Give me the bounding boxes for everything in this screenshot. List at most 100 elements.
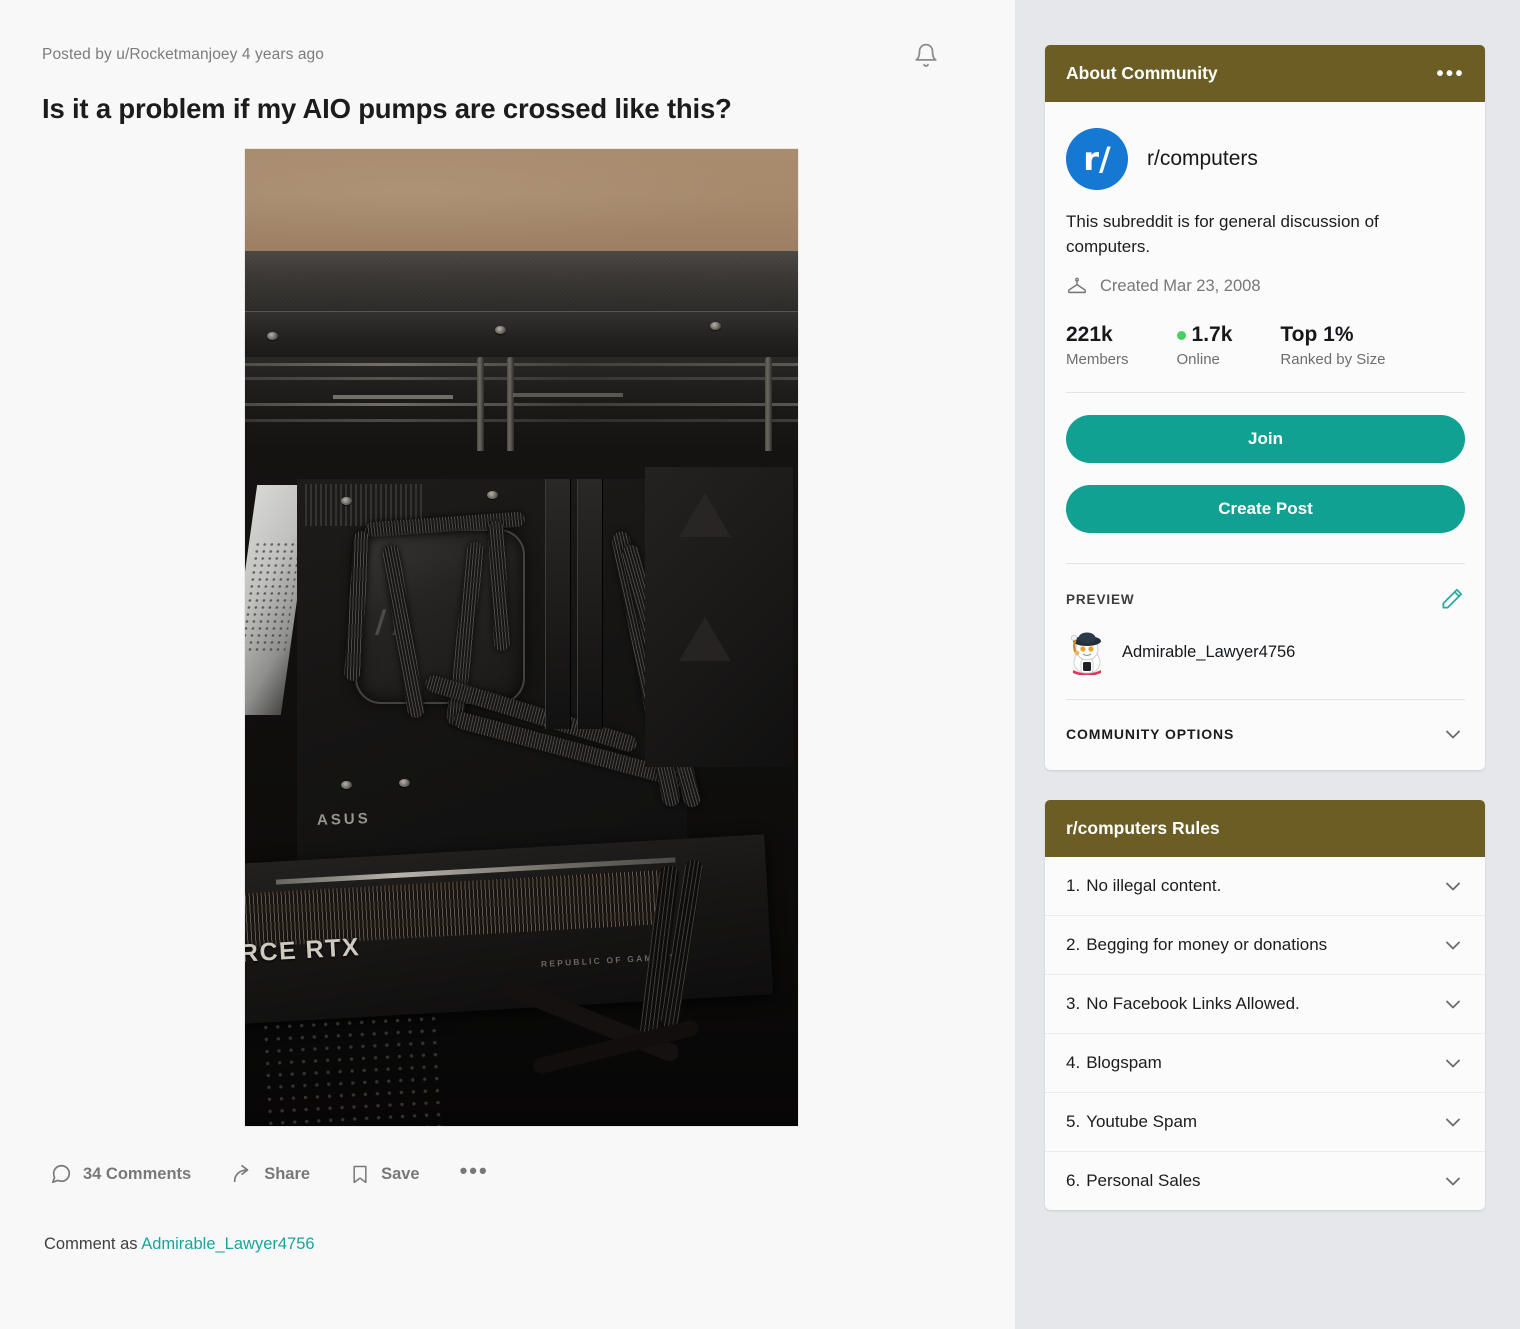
photo-psu-shroud-mesh (259, 1012, 447, 1127)
rule-label: No Facebook Links Allowed. (1086, 994, 1300, 1014)
rule-text: 2. Begging for money or donations (1066, 935, 1327, 955)
stat-rank-label: Ranked by Size (1280, 351, 1386, 369)
stat-members: 221k Members (1066, 323, 1129, 368)
rule-label: Personal Sales (1086, 1171, 1201, 1191)
post-action-bar: 34 Comments Share Save ••• (44, 1155, 975, 1193)
rule-item[interactable]: 5. Youtube Spam (1045, 1093, 1485, 1153)
rules-card: r/computers Rules 1. No illegal content. … (1045, 800, 1485, 1211)
rule-item[interactable]: 1. No illegal content. (1045, 857, 1485, 917)
avatar (1066, 629, 1108, 676)
chevron-down-icon (1441, 992, 1465, 1016)
photo-wall-background (245, 149, 798, 254)
stat-rank-value: Top 1% (1280, 323, 1354, 347)
stat-online-value: 1.7k (1191, 323, 1233, 347)
rule-item[interactable]: 2. Begging for money or donations (1045, 916, 1485, 976)
photo-case-top-bezel (245, 251, 798, 314)
rules-title: r/computers Rules (1066, 818, 1220, 839)
post-header-row: Posted by u/Rocketmanjoey 4 years ago (42, 43, 975, 76)
chevron-down-icon (1441, 1051, 1465, 1075)
pencil-icon[interactable] (1439, 586, 1465, 612)
stat-members-value: 221k (1066, 323, 1113, 347)
photo-ram-slot-2 (577, 479, 603, 730)
reddit-post-page: Posted by u/Rocketmanjoey 4 years ago Is… (0, 0, 1520, 1329)
community-created-row: Created Mar 23, 2008 (1066, 275, 1465, 297)
about-community-title: About Community (1066, 63, 1218, 83)
bell-icon[interactable] (905, 34, 947, 76)
photo-case-lip (245, 311, 798, 362)
post-byline: Posted by u/Rocketmanjoey 4 years ago (42, 46, 324, 63)
photo-gpu-label: RCE RTX (245, 933, 361, 969)
stat-online: 1.7k Online (1176, 323, 1233, 369)
stat-rank: Top 1% Ranked by Size (1280, 323, 1385, 368)
chevron-down-icon (1441, 1110, 1465, 1134)
right-sidebar: About Community ••• r/ r/computers This … (1015, 0, 1520, 1329)
share-arrow-icon (231, 1163, 253, 1185)
rule-label: Blogspam (1086, 1053, 1162, 1073)
rule-text: 3. No Facebook Links Allowed. (1066, 994, 1300, 1014)
about-community-more-dots-icon[interactable]: ••• (1436, 64, 1465, 84)
community-avatar-text: r/ (1083, 140, 1111, 178)
comment-bubble-icon (50, 1163, 72, 1185)
comments-button[interactable]: 34 Comments (44, 1155, 197, 1193)
community-identity-row[interactable]: r/ r/computers (1066, 128, 1465, 190)
rule-text: 1. No illegal content. (1066, 876, 1221, 896)
online-status-dot-icon (1176, 330, 1186, 340)
about-community-card: About Community ••• r/ r/computers This … (1045, 45, 1485, 771)
community-created-date: Created Mar 23, 2008 (1100, 276, 1261, 295)
cake-icon (1066, 275, 1088, 297)
preview-label: PREVIEW (1066, 591, 1135, 607)
rule-text: 5. Youtube Spam (1066, 1112, 1197, 1132)
comment-as-prefix: Comment as (44, 1235, 142, 1254)
rule-number: 5. (1066, 1112, 1081, 1132)
photo-mobo-brand-label: ASUS (316, 810, 371, 830)
comment-as-username[interactable]: Admirable_Lawyer4756 (141, 1235, 314, 1253)
rule-text: 4. Blogspam (1066, 1053, 1162, 1073)
rule-label: Youtube Spam (1086, 1112, 1198, 1132)
bookmark-icon (350, 1163, 370, 1185)
community-options-label: COMMUNITY OPTIONS (1066, 726, 1235, 743)
rule-item[interactable]: 4. Blogspam (1045, 1034, 1485, 1094)
rules-header: r/computers Rules (1045, 800, 1485, 858)
share-button[interactable]: Share (225, 1155, 316, 1193)
post-image[interactable]: // RCE RTX REPUBLIC OF GAMERS ASUS (245, 149, 798, 1127)
rule-number: 1. (1066, 876, 1081, 896)
about-community-body: r/ r/computers This subreddit is for gen… (1045, 102, 1485, 770)
post-main-column: Posted by u/Rocketmanjoey 4 years ago Is… (0, 0, 1015, 1329)
rule-number: 4. (1066, 1053, 1081, 1073)
save-label: Save (381, 1164, 420, 1183)
chevron-down-icon (1441, 1169, 1465, 1193)
rule-item[interactable]: 3. No Facebook Links Allowed. (1045, 975, 1485, 1035)
photo-radiator-fans (245, 357, 798, 456)
rule-number: 2. (1066, 935, 1081, 955)
more-options-button[interactable]: ••• (454, 1158, 495, 1190)
community-avatar: r/ (1066, 128, 1128, 190)
photo-ram-slot-1 (545, 479, 571, 730)
preview-section-header: PREVIEW (1066, 563, 1465, 612)
community-description: This subreddit is for general discussion… (1066, 212, 1379, 256)
community-stats-row: 221k Members 1.7k Online Top 1% Ranked b… (1066, 323, 1465, 394)
stat-members-label: Members (1066, 351, 1129, 369)
share-label: Share (264, 1164, 311, 1183)
rule-number: 3. (1066, 994, 1081, 1014)
chevron-down-icon (1441, 874, 1465, 898)
community-name: r/computers (1147, 147, 1258, 170)
create-post-button[interactable]: Create Post (1066, 485, 1465, 534)
rule-number: 6. (1066, 1171, 1081, 1191)
stat-online-label: Online (1176, 351, 1220, 369)
stat-online-value-wrap: 1.7k (1176, 323, 1233, 347)
chevron-down-icon (1441, 722, 1465, 746)
more-dots-icon: ••• (459, 1158, 489, 1184)
community-options-row[interactable]: COMMUNITY OPTIONS (1066, 722, 1465, 748)
chevron-down-icon (1441, 933, 1465, 957)
preview-username: Admirable_Lawyer4756 (1122, 642, 1296, 661)
comments-label: 34 Comments (83, 1164, 192, 1183)
rule-text: 6. Personal Sales (1066, 1171, 1201, 1191)
preview-user-row[interactable]: Admirable_Lawyer4756 (1066, 629, 1465, 701)
page-title: Is it a problem if my AIO pumps are cros… (42, 93, 732, 124)
rule-item[interactable]: 6. Personal Sales (1045, 1152, 1485, 1210)
rule-label: No illegal content. (1086, 876, 1222, 896)
rule-label: Begging for money or donations (1086, 935, 1328, 955)
about-community-header: About Community ••• (1045, 45, 1485, 102)
save-button[interactable]: Save (344, 1155, 426, 1193)
join-button[interactable]: Join (1066, 415, 1465, 464)
